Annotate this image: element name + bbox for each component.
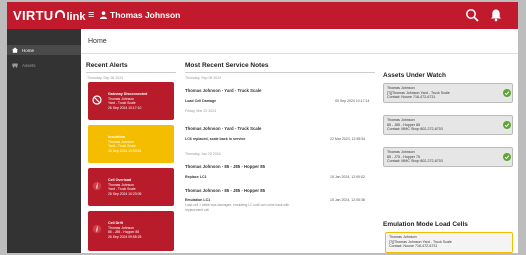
logo-arc-icon xyxy=(54,10,65,18)
logo-main-text: VIRTU xyxy=(13,8,54,23)
alert-time: 26 Sep 2024 10:03:51 xyxy=(108,148,142,153)
home-icon xyxy=(12,47,18,53)
asset-contact: Contact: Noone 716-472-6731 xyxy=(389,244,438,249)
info-icon: i xyxy=(92,224,102,234)
emulation-card[interactable]: Thomas Johnson [Tj]Thomas Johnson Yard -… xyxy=(385,232,513,253)
recent-alerts-title: Recent Alerts xyxy=(86,62,128,69)
alert-title: Gateway Disconnected xyxy=(108,92,148,96)
emulation-title: Emulation Mode Load Cells xyxy=(383,221,468,228)
note-subject: Replace LC1 xyxy=(185,175,207,179)
logo-link-text: link xyxy=(66,10,86,23)
assets-under-watch-title: Assets Under Watch xyxy=(383,72,446,79)
asset-contact: Contact: MMC Shop 802-272-6703 xyxy=(387,127,443,132)
note-time: 22 Mar 2024, 12:55:54 xyxy=(330,137,366,141)
alert-time: 26 Sep 2024 10:23:05 xyxy=(108,191,142,196)
asset-card[interactable]: Thomas Johnson 85 - J75 - Hopper 75 Cont… xyxy=(383,147,513,167)
app-frame: VIRTU link ≡ Thomas Johnson Home Assets xyxy=(7,2,518,253)
note-title[interactable]: Thomas Johnson - Yard - Truck Scale xyxy=(185,126,261,131)
note-date: Thursday, Jan 25 2024 xyxy=(185,152,221,156)
note-time: 15 Jan 2024, 12:05:38 xyxy=(330,198,365,202)
alert-card[interactable]: Insulation Thomas Johnson Yard - Truck S… xyxy=(88,125,174,163)
sidebar-item-label: Assets xyxy=(22,62,36,68)
search-icon[interactable] xyxy=(465,8,479,22)
note-title[interactable]: Thomas Johnson - 85 - J85 - Hopper 85 xyxy=(185,164,265,169)
breadcrumb[interactable]: Home xyxy=(88,38,107,45)
divider xyxy=(185,72,375,73)
svg-text:i: i xyxy=(96,226,98,234)
bell-icon[interactable] xyxy=(489,8,503,22)
note-time: 05 Sep 2024 10:17:14 xyxy=(335,99,370,103)
svg-text:i: i xyxy=(96,183,98,191)
note-subject: LC6 replaced, scale back in service xyxy=(185,137,246,141)
note-date: Thursday, Sep 05 2024 xyxy=(185,76,222,80)
alert-card[interactable]: i Cell Drift Thomas Johnson 85 - J85 - H… xyxy=(88,211,174,251)
note-title[interactable]: Thomas Johnson - Yard - Truck Scale xyxy=(185,88,261,93)
hamburger-menu-icon[interactable]: ≡ xyxy=(88,10,94,21)
note-subject: Emulation LC1 xyxy=(185,198,211,202)
alert-date: Thursday, Sep 26 2024 xyxy=(87,76,124,80)
note-time: 15 Jan 2024, 12:09:02 xyxy=(330,175,365,179)
check-circle-icon xyxy=(503,121,511,129)
sidebar: Home Assets xyxy=(7,29,81,253)
check-circle-icon xyxy=(503,153,511,161)
note-date: Friday, Mar 22 2024 xyxy=(185,109,217,113)
note-subject: Load Cell Damage xyxy=(185,99,217,103)
alert-time: 26 Sep 2024 10:17:10 xyxy=(108,105,142,110)
alert-card[interactable]: i Cell Overload Thomas Johnson Yard - Tr… xyxy=(88,168,174,206)
alert-time: 26 Sep 2024 09:55:25 xyxy=(108,234,142,239)
asset-contact: Contact: Noone 716-472-6731 xyxy=(387,95,436,100)
asset-card[interactable]: Thomas Johnson [Tj]Thomas Johnson Yard -… xyxy=(383,83,513,103)
info-icon: i xyxy=(92,181,102,191)
app-logo[interactable]: VIRTU link xyxy=(13,8,85,23)
note-title[interactable]: Thomas Johnson - 85 - J85 - Hopper 85 xyxy=(185,188,265,193)
no-entry-icon xyxy=(92,95,102,105)
main-content: Home Recent Alerts Thursday, Sep 26 2024… xyxy=(81,29,518,253)
assets-icon xyxy=(12,63,18,68)
alert-card[interactable]: Gateway Disconnected Thomas Johnson Yard… xyxy=(88,82,174,120)
top-bar: VIRTU link ≡ Thomas Johnson xyxy=(7,2,518,29)
divider xyxy=(81,53,518,54)
sidebar-item-label: Home xyxy=(22,47,35,53)
check-circle-icon xyxy=(503,89,511,97)
user-icon xyxy=(100,11,107,19)
recent-alerts-list: Thursday, Sep 26 2024 Gateway Disconnect… xyxy=(85,70,177,253)
sidebar-item-home[interactable]: Home xyxy=(7,45,81,55)
sidebar-item-assets[interactable]: Assets xyxy=(7,60,81,70)
asset-card[interactable]: Thomas Johnson 85 - J85 - Hopper 85 Cont… xyxy=(383,115,513,135)
service-notes-title: Most Recent Service Notes xyxy=(185,62,269,69)
asset-contact: Contact: MMC Shop 802-272-6703 xyxy=(387,159,443,164)
note-description: Load cell 1 cable was damaged, emulating… xyxy=(185,203,290,212)
user-name[interactable]: Thomas Johnson xyxy=(110,10,180,20)
